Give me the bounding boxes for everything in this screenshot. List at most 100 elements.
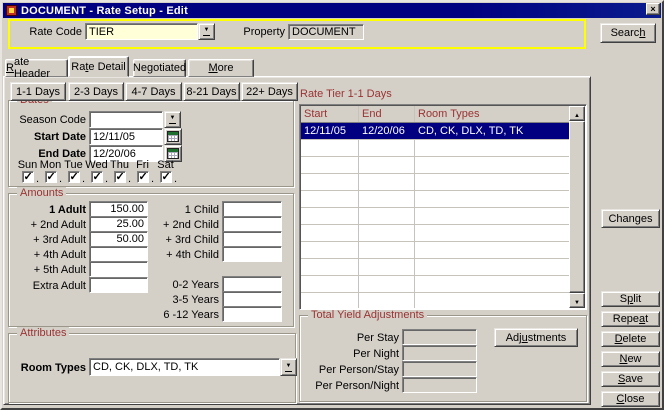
close-icon: × bbox=[650, 5, 655, 14]
scrollbar-up-button[interactable] bbox=[569, 106, 585, 121]
rate-tier-empty-cell bbox=[415, 225, 569, 241]
property-input[interactable] bbox=[288, 24, 364, 40]
close-window-button[interactable]: × bbox=[646, 3, 660, 15]
rate-tier-empty-cell bbox=[359, 276, 415, 292]
room-types-input[interactable] bbox=[89, 358, 280, 376]
rate-tier-empty-cell bbox=[359, 293, 415, 308]
weekday-tue: Tue . bbox=[62, 159, 85, 183]
rate-code-dropdown-button[interactable] bbox=[198, 23, 215, 40]
amount-5th-adult-input[interactable] bbox=[89, 261, 148, 277]
rate-tier-empty-cell bbox=[359, 157, 415, 173]
weekday-checkbox-wed[interactable] bbox=[91, 171, 103, 183]
search-button[interactable]: Search bbox=[600, 23, 656, 43]
amount-4th-adult-label: + 4th Adult bbox=[10, 249, 86, 261]
new-button[interactable]: New bbox=[601, 351, 660, 367]
rate-tier-table-inner: Start End Room Types 12/11/05 12/20/06 C… bbox=[301, 106, 585, 308]
rate-tier-empty-cell bbox=[359, 191, 415, 207]
column-header-start[interactable]: Start bbox=[301, 106, 359, 122]
amount-2nd-adult-input[interactable] bbox=[89, 216, 148, 232]
weekday-checkbox-tue[interactable] bbox=[68, 171, 80, 183]
rate-tier-empty-cell bbox=[359, 242, 415, 258]
season-code-input[interactable] bbox=[89, 111, 163, 128]
calendar-icon bbox=[167, 131, 179, 142]
rate-tier-empty-cell bbox=[415, 276, 569, 292]
per-person-night-input[interactable] bbox=[402, 377, 477, 393]
repeat-button[interactable]: Repeat bbox=[601, 311, 660, 327]
rate-tier-empty-cell bbox=[415, 191, 569, 207]
amount-extra-adult-input[interactable] bbox=[89, 277, 148, 293]
amount-6-12-years-input[interactable] bbox=[222, 306, 282, 322]
column-header-room-types[interactable]: Room Types bbox=[415, 106, 569, 122]
scrollbar-thumb[interactable] bbox=[569, 121, 585, 293]
rate-tier-empty-row[interactable] bbox=[301, 225, 569, 242]
per-stay-label: Per Stay bbox=[304, 332, 399, 344]
rate-tier-empty-row[interactable] bbox=[301, 242, 569, 259]
scrollbar-down-button[interactable] bbox=[569, 293, 585, 308]
amount-4th-child-input[interactable] bbox=[222, 246, 282, 262]
rate-tier-empty-row[interactable] bbox=[301, 157, 569, 174]
amount-1-child-label: 1 Child bbox=[142, 204, 219, 216]
weekday-checkbox-sat[interactable] bbox=[160, 171, 172, 183]
tab-negotiated[interactable]: Negotiated bbox=[133, 59, 186, 77]
per-person-stay-input[interactable] bbox=[402, 361, 477, 377]
tab-more[interactable]: More bbox=[188, 59, 254, 77]
day-tab-2-3[interactable]: 2-3 Days bbox=[68, 82, 124, 101]
save-button[interactable]: Save bbox=[601, 371, 660, 387]
amount-3rd-child-input[interactable] bbox=[222, 231, 282, 247]
rate-tier-empty-cell bbox=[415, 242, 569, 258]
adjustments-button[interactable]: Adjustments bbox=[494, 328, 578, 347]
rate-tier-empty-row[interactable] bbox=[301, 208, 569, 225]
rate-tier-selected-row[interactable]: 12/11/05 12/20/06 CD, CK, DLX, TD, TK bbox=[301, 123, 569, 140]
amount-4th-adult-input[interactable] bbox=[89, 246, 148, 262]
scroll-up-icon bbox=[574, 108, 580, 120]
amount-2nd-adult-label: + 2nd Adult bbox=[10, 219, 86, 231]
start-date-calendar-button[interactable] bbox=[164, 128, 182, 145]
split-button[interactable]: Split bbox=[601, 291, 660, 307]
amount-1-adult-input[interactable] bbox=[89, 201, 148, 217]
column-header-end[interactable]: End bbox=[359, 106, 415, 122]
rate-tier-empty-row[interactable] bbox=[301, 259, 569, 276]
rate-tier-empty-row[interactable] bbox=[301, 293, 569, 308]
day-tab-4-7[interactable]: 4-7 Days bbox=[125, 82, 182, 101]
weekday-checkbox-mon[interactable] bbox=[45, 171, 57, 183]
changes-button[interactable]: Changes bbox=[601, 209, 660, 228]
day-tab-8-21[interactable]: 8-21 Days bbox=[183, 82, 240, 101]
amount-1-child-input[interactable] bbox=[222, 201, 282, 217]
rate-tier-empty-row[interactable] bbox=[301, 191, 569, 208]
app-icon bbox=[6, 5, 17, 16]
rate-tier-empty-cell bbox=[415, 259, 569, 275]
cell-start: 12/11/05 bbox=[301, 123, 359, 139]
amount-3-5-years-input[interactable] bbox=[222, 291, 282, 307]
tab-rate-detail[interactable]: Rate Detail bbox=[68, 56, 129, 77]
per-night-input[interactable] bbox=[402, 345, 477, 361]
weekday-checkbox-thu[interactable] bbox=[114, 171, 126, 183]
rate-tier-empty-row[interactable] bbox=[301, 140, 569, 157]
room-types-dropdown-button[interactable] bbox=[280, 358, 297, 376]
rate-tier-empty-row[interactable] bbox=[301, 276, 569, 293]
amount-3rd-adult-input[interactable] bbox=[89, 231, 148, 247]
calendar-icon bbox=[167, 148, 179, 159]
tab-rate-header[interactable]: Rate Header bbox=[5, 59, 68, 77]
rate-tier-empty-cell bbox=[301, 157, 359, 173]
cell-room-types: CD, CK, DLX, TD, TK bbox=[415, 123, 569, 139]
amount-2nd-child-input[interactable] bbox=[222, 216, 282, 232]
rate-tier-empty-cell bbox=[359, 225, 415, 241]
weekday-checkbox-sun[interactable] bbox=[22, 171, 34, 183]
rate-tier-empty-cell bbox=[301, 276, 359, 292]
yield-group-title: Total Yield Adjustments bbox=[308, 309, 427, 321]
weekday-label: Fri bbox=[131, 159, 154, 170]
weekday-checkbox-fri[interactable] bbox=[137, 171, 149, 183]
per-stay-input[interactable] bbox=[402, 329, 477, 345]
day-tab-22plus[interactable]: 22+ Days bbox=[241, 82, 298, 101]
vertical-scrollbar[interactable] bbox=[569, 106, 585, 308]
day-tab-1-1[interactable]: 1-1 Days bbox=[10, 82, 66, 101]
rate-code-input[interactable] bbox=[85, 23, 198, 40]
start-date-input[interactable] bbox=[89, 128, 163, 145]
amount-0-2-years-input[interactable] bbox=[222, 276, 282, 292]
amount-4th-child-label: + 4th Child bbox=[142, 249, 219, 261]
rate-tier-empty-cell bbox=[415, 293, 569, 308]
delete-button[interactable]: Delete bbox=[601, 331, 660, 347]
rate-tier-empty-row[interactable] bbox=[301, 174, 569, 191]
season-code-dropdown-button[interactable] bbox=[164, 111, 181, 128]
close-button[interactable]: Close bbox=[601, 391, 660, 407]
